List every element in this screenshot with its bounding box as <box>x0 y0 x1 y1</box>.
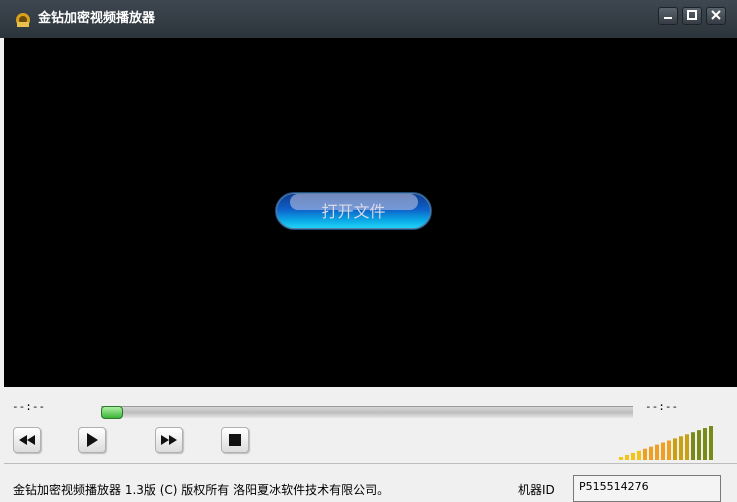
maximize-button[interactable] <box>682 7 702 25</box>
volume-bar <box>637 450 641 460</box>
close-button[interactable] <box>706 7 726 25</box>
play-button[interactable] <box>78 427 106 453</box>
volume-bar <box>691 432 695 460</box>
volume-bar <box>673 438 677 460</box>
volume-bar <box>625 454 629 460</box>
minimize-icon <box>664 17 672 19</box>
window-title: 金钻加密视频播放器 <box>38 11 156 26</box>
seek-bar[interactable] <box>101 406 633 418</box>
volume-bar <box>631 452 635 460</box>
rewind-button[interactable] <box>13 427 41 453</box>
stop-button[interactable] <box>221 427 249 453</box>
volume-bar <box>643 448 647 460</box>
current-time: --:-- <box>12 400 46 413</box>
volume-bar <box>679 436 683 460</box>
volume-bar <box>661 442 665 460</box>
minimize-button[interactable] <box>658 7 678 25</box>
play-icon <box>87 433 98 447</box>
status-separator <box>4 463 737 464</box>
volume-control[interactable] <box>619 426 715 460</box>
volume-bar <box>685 434 689 460</box>
volume-bar <box>709 426 713 460</box>
open-file-button[interactable]: 打开文件 <box>275 192 432 230</box>
app-logo-icon <box>16 13 30 27</box>
title-bar: 金钻加密视频播放器 <box>0 0 737 38</box>
machine-id-field[interactable]: P515514276 <box>573 475 721 502</box>
volume-bar <box>703 428 707 460</box>
volume-bar <box>667 440 671 460</box>
volume-bar <box>655 444 659 460</box>
close-icon <box>711 10 721 20</box>
machine-id-label: 机器ID <box>518 483 555 497</box>
maximize-icon <box>687 10 697 20</box>
volume-bar <box>619 457 623 460</box>
stop-icon <box>229 434 241 446</box>
rewind-icon <box>19 435 35 445</box>
fast-forward-button[interactable] <box>155 427 183 453</box>
volume-bar <box>697 430 701 460</box>
seek-thumb[interactable] <box>101 406 123 419</box>
copyright-text: 金钻加密视频播放器 1.3版 (C) 版权所有 洛阳夏冰软件技术有限公司。 <box>13 483 390 497</box>
fast-forward-icon <box>161 435 177 445</box>
volume-bar <box>649 446 653 460</box>
total-time: --:-- <box>645 400 679 413</box>
open-file-label: 打开文件 <box>321 202 386 221</box>
